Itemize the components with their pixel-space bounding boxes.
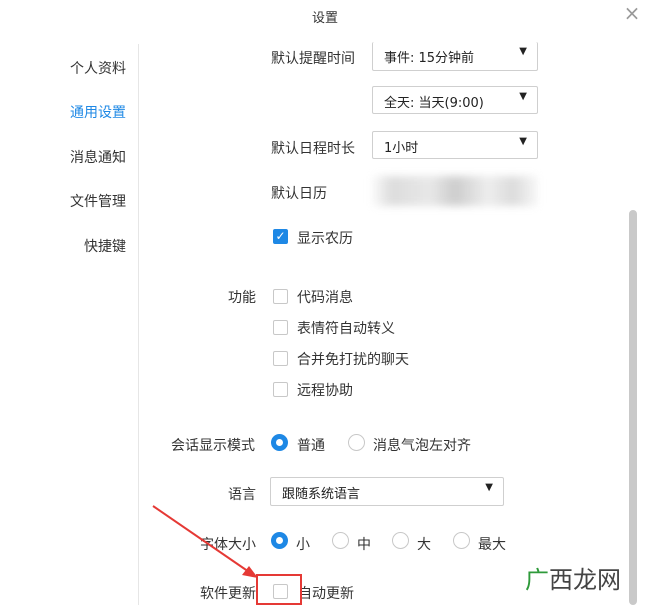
auto-update-label: 自动更新 [298, 586, 354, 602]
settings-sidebar: 个人资料 通用设置 消息通知 文件管理 快捷键 [0, 30, 138, 605]
chat-mode-normal-label: 普通 [297, 438, 325, 454]
reminder-event-select[interactable]: 事件: 15分钟前 ▼ [372, 42, 538, 71]
chevron-down-icon: ▼ [519, 91, 527, 102]
merge-dnd-label: 合并免打扰的聊天 [297, 352, 409, 368]
duration-label: 默认日程时长 [271, 141, 355, 157]
default-calendar-label: 默认日历 [271, 186, 327, 202]
sidebar-item-profile[interactable]: 个人资料 [70, 58, 126, 78]
sidebar-divider [138, 44, 139, 605]
chevron-down-icon: ▼ [519, 46, 527, 57]
checkmark-icon: ✓ [275, 229, 286, 243]
highlight-box [256, 574, 302, 605]
remote-assist-label: 远程协助 [297, 383, 353, 399]
chevron-down-icon: ▼ [519, 136, 527, 147]
sidebar-item-notifications[interactable]: 消息通知 [70, 147, 126, 167]
lunar-label: 显示农历 [297, 231, 353, 247]
font-size-small-label: 小 [296, 537, 310, 553]
code-message-checkbox[interactable] [273, 289, 288, 304]
font-size-largest-label: 最大 [478, 537, 506, 553]
scrollbar-thumb[interactable] [629, 210, 637, 605]
merge-dnd-checkbox[interactable] [273, 351, 288, 366]
language-select[interactable]: 跟随系统语言 ▼ [270, 477, 504, 506]
language-label: 语言 [228, 487, 256, 503]
title-bar: 设置 × [0, 0, 650, 30]
reminder-allday-value: 全天: 当天(9:00) [384, 96, 484, 111]
features-label: 功能 [228, 290, 256, 306]
watermark: 广西龙网 [525, 560, 621, 595]
sidebar-item-shortcuts[interactable]: 快捷键 [84, 236, 126, 256]
chat-mode-label: 会话显示模式 [171, 438, 255, 454]
duration-select[interactable]: 1小时 ▼ [372, 131, 538, 159]
font-size-large-label: 大 [417, 537, 431, 553]
sidebar-item-files[interactable]: 文件管理 [70, 191, 126, 211]
reminder-event-value: 事件: 15分钟前 [384, 51, 475, 66]
lunar-checkbox[interactable]: ✓ [273, 229, 288, 244]
close-icon[interactable]: × [621, 2, 643, 24]
reminder-label: 默认提醒时间 [271, 51, 355, 67]
sidebar-item-general[interactable]: 通用设置 [70, 102, 126, 122]
font-size-largest-radio[interactable] [453, 532, 470, 549]
font-size-small-radio[interactable] [271, 532, 288, 549]
default-calendar-blurred-value[interactable] [372, 176, 538, 206]
chat-mode-bubble-label: 消息气泡左对齐 [373, 438, 471, 454]
duration-value: 1小时 [384, 141, 419, 156]
emoji-escape-checkbox[interactable] [273, 320, 288, 335]
window-title: 设置 [311, 11, 338, 26]
font-size-large-radio[interactable] [392, 532, 409, 549]
emoji-escape-label: 表情符自动转义 [297, 321, 395, 337]
chat-mode-normal-radio[interactable] [271, 434, 288, 451]
software-update-label: 软件更新 [200, 586, 256, 602]
code-message-label: 代码消息 [297, 290, 353, 306]
font-size-label: 字体大小 [200, 537, 256, 553]
chat-mode-bubble-radio[interactable] [348, 434, 365, 451]
language-value: 跟随系统语言 [282, 487, 361, 502]
reminder-allday-select[interactable]: 全天: 当天(9:00) ▼ [372, 86, 538, 114]
chevron-down-icon: ▼ [485, 482, 493, 493]
watermark-first-char: 广 [525, 566, 549, 594]
watermark-rest: 西龙网 [549, 566, 621, 594]
font-size-medium-radio[interactable] [332, 532, 349, 549]
font-size-medium-label: 中 [357, 537, 371, 553]
remote-assist-checkbox[interactable] [273, 382, 288, 397]
